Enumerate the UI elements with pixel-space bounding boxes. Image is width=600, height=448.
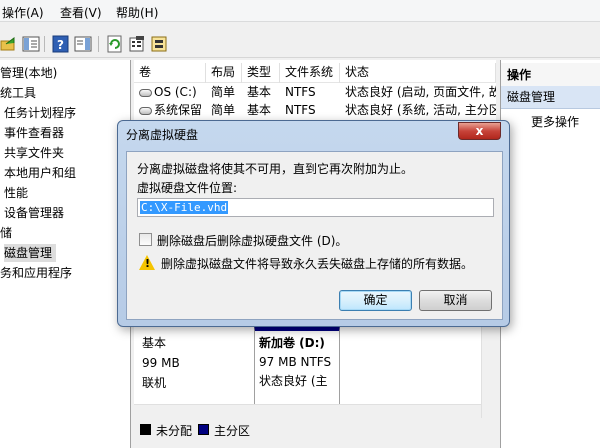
volume-name: 系统保留 bbox=[154, 103, 203, 117]
toolbar: ? bbox=[0, 32, 600, 58]
volume-cell: 系统保留 bbox=[134, 101, 206, 119]
actions-header: 操作 bbox=[501, 63, 600, 87]
disk-info[interactable]: 基本 99 MB 联机 bbox=[142, 333, 252, 393]
toolbar-separator bbox=[98, 36, 99, 52]
type-cell: 基本 bbox=[247, 85, 272, 99]
horizontal-scrollbar[interactable] bbox=[134, 404, 481, 417]
tree-item-task-scheduler[interactable]: 任务计划程序 bbox=[4, 104, 76, 122]
layout-cell: 简单 bbox=[211, 103, 236, 117]
disk-size: 99 MB bbox=[142, 356, 180, 370]
disk-status: 联机 bbox=[142, 376, 167, 390]
actions-more[interactable]: 更多操作 bbox=[531, 112, 579, 132]
column-header-layout[interactable]: 布局 bbox=[206, 63, 242, 83]
show-hide-tree-icon[interactable] bbox=[22, 35, 40, 53]
tree-item-shared-folders[interactable]: 共享文件夹 bbox=[4, 144, 64, 162]
show-hide-action-pane-icon[interactable] bbox=[74, 35, 92, 53]
menu-bar: 操作(A) 查看(V) 帮助(H) bbox=[0, 0, 600, 22]
cancel-button[interactable]: 取消 bbox=[419, 290, 492, 311]
disk-type: 基本 bbox=[142, 336, 167, 350]
partition-name: 新加卷 (D:) bbox=[259, 336, 325, 350]
help-icon[interactable]: ? bbox=[52, 35, 70, 53]
checkbox-label[interactable]: 删除磁盘后删除虚拟硬盘文件 (D)。 bbox=[157, 232, 347, 249]
volume-icon bbox=[139, 106, 152, 115]
tree-item-computer-management[interactable]: 管理(本地) bbox=[0, 64, 57, 82]
vertical-scrollbar[interactable] bbox=[481, 318, 494, 418]
warning-text: 删除虚拟磁盘文件将导致永久丢失磁盘上存储的所有数据。 bbox=[161, 257, 474, 271]
tree-item-performance[interactable]: 性能 bbox=[4, 184, 28, 202]
up-folder-icon[interactable] bbox=[0, 35, 18, 53]
tree-item-storage[interactable]: 储 bbox=[0, 224, 12, 242]
legend-unallocated: 未分配 bbox=[156, 424, 193, 438]
menu-help[interactable]: 帮助(H) bbox=[116, 4, 158, 21]
ok-button[interactable]: 确定 bbox=[339, 290, 412, 311]
primary-partition-swatch bbox=[198, 424, 209, 435]
delete-vhd-checkbox[interactable] bbox=[139, 233, 152, 246]
actions-disk-management[interactable]: 磁盘管理 bbox=[501, 86, 600, 109]
tree-item-system-tools[interactable]: 统工具 bbox=[0, 84, 36, 102]
vhd-path-value: C:\X-File.vhd bbox=[140, 201, 229, 214]
table-row[interactable]: OS (C:) 简单 基本 NTFS 状态良好 (启动, 页面文件, 故 bbox=[134, 83, 496, 101]
volume-list: 卷 布局 类型 文件系统 状态 OS (C:) 简单 基本 NTFS 状态良好 … bbox=[134, 60, 496, 120]
legend: 未分配 主分区 bbox=[134, 420, 494, 442]
status-cell: 状态良好 (启动, 页面文件, 故 bbox=[345, 85, 496, 99]
tree-item-local-users-groups[interactable]: 本地用户和组 bbox=[4, 164, 76, 182]
partition-size: 97 MB NTFS bbox=[259, 355, 332, 369]
tree-item-device-manager[interactable]: 设备管理器 bbox=[4, 204, 64, 222]
menu-action[interactable]: 操作(A) bbox=[2, 4, 44, 21]
detach-vhd-dialog: 分离虚拟硬盘 x 分离虚拟磁盘将使其不可用，直到它再次附加为止。 虚拟硬盘文件位… bbox=[117, 120, 510, 327]
filesystem-cell: NTFS bbox=[285, 103, 316, 117]
filesystem-cell: NTFS bbox=[285, 85, 316, 99]
legend-primary: 主分区 bbox=[214, 424, 251, 438]
volume-icon bbox=[139, 88, 152, 97]
column-header-status[interactable]: 状态 bbox=[340, 63, 496, 83]
unallocated-swatch bbox=[140, 424, 151, 435]
volume-name: OS (C:) bbox=[154, 85, 197, 99]
column-header-filesystem[interactable]: 文件系统 bbox=[280, 63, 340, 83]
layout-cell: 简单 bbox=[211, 85, 236, 99]
menu-view[interactable]: 查看(V) bbox=[60, 4, 102, 21]
partition-status: 状态良好 (主 bbox=[259, 374, 328, 388]
refresh-icon[interactable] bbox=[106, 35, 124, 53]
volume-cell: OS (C:) bbox=[134, 83, 206, 101]
console-tree: 管理(本地) 统工具 任务计划程序 事件查看器 共享文件夹 本地用户和组 性能 … bbox=[0, 60, 131, 448]
column-header-volume[interactable]: 卷 bbox=[134, 63, 206, 83]
close-button[interactable]: x bbox=[458, 122, 501, 140]
path-label: 虚拟硬盘文件位置: bbox=[137, 181, 238, 195]
toolbar-separator bbox=[44, 36, 45, 52]
type-cell: 基本 bbox=[247, 103, 272, 117]
svg-text:?: ? bbox=[57, 38, 64, 52]
actions-pane: 操作 磁盘管理 更多操作 bbox=[500, 60, 600, 448]
dialog-title: 分离虚拟硬盘 bbox=[126, 128, 199, 142]
column-header-type[interactable]: 类型 bbox=[242, 63, 280, 83]
tree-item-services-applications[interactable]: 务和应用程序 bbox=[0, 264, 72, 282]
tree-item-disk-management[interactable]: 磁盘管理 bbox=[4, 244, 57, 262]
properties-icon[interactable] bbox=[128, 35, 146, 53]
tree-item-event-viewer[interactable]: 事件查看器 bbox=[4, 124, 64, 142]
dialog-body: 分离虚拟磁盘将使其不可用，直到它再次附加为止。 虚拟硬盘文件位置: C:\X-F… bbox=[126, 151, 503, 320]
warning-mark: ! bbox=[145, 257, 151, 270]
dialog-description: 分离虚拟磁盘将使其不可用，直到它再次附加为止。 bbox=[137, 162, 414, 176]
status-cell: 状态良好 (系统, 活动, 主分区 bbox=[345, 103, 496, 117]
volume-list-header: 卷 布局 类型 文件系统 状态 bbox=[134, 63, 496, 83]
vhd-path-field[interactable]: C:\X-File.vhd bbox=[137, 198, 494, 217]
disk-properties-icon[interactable] bbox=[151, 35, 169, 53]
table-row[interactable]: 系统保留 简单 基本 NTFS 状态良好 (系统, 活动, 主分区 bbox=[134, 101, 496, 119]
